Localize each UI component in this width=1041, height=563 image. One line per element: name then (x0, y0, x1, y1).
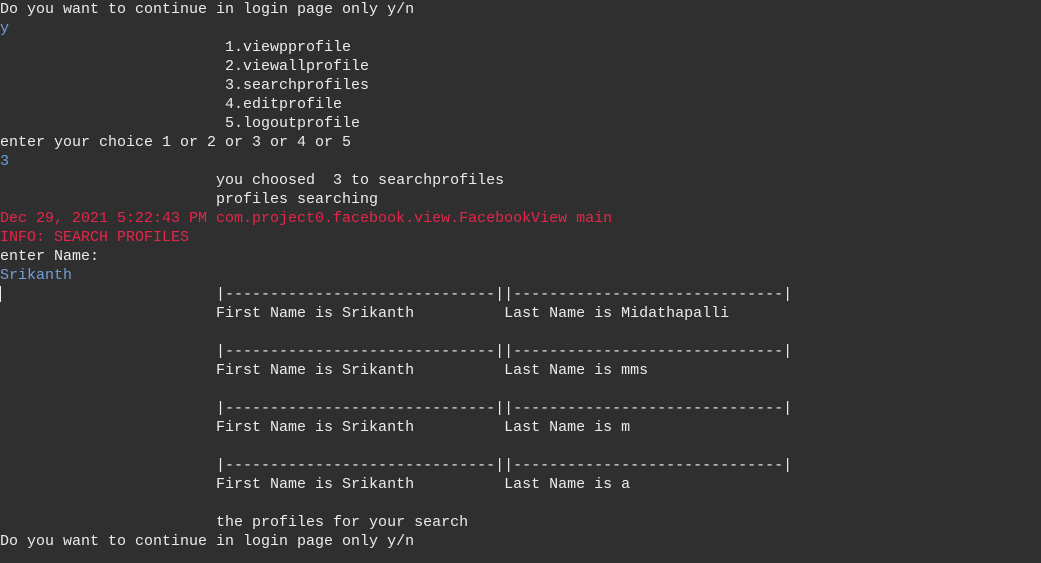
console-line: First Name is Srikanth Last Name is Mida… (0, 305, 730, 322)
console-line: First Name is Srikanth Last Name is a (0, 476, 631, 493)
console-line: |------------------------------||-------… (0, 286, 793, 303)
console-line: 4.editprofile (0, 96, 343, 113)
console-line: First Name is Srikanth Last Name is mms (0, 362, 649, 379)
console-line: |------------------------------||-------… (0, 400, 793, 417)
console-line: you choosed 3 to searchprofiles (0, 172, 505, 189)
console-line: |------------------------------||-------… (0, 343, 793, 360)
console-line: 2.viewallprofile (0, 58, 370, 75)
console-line: 3.searchprofiles (0, 77, 370, 94)
console-line: enter Name: (0, 248, 100, 265)
text-cursor (0, 286, 1, 302)
console-input-line: y (0, 20, 10, 37)
console-line: 1.viewpprofile (0, 39, 352, 56)
console-line: Do you want to continue in login page on… (0, 1, 415, 18)
console-log-line: INFO: SEARCH PROFILES (0, 229, 190, 246)
console-input-line: Srikanth (0, 267, 73, 284)
console-line: profiles searching (0, 191, 379, 208)
console-line: Do you want to continue in login page on… (0, 533, 415, 550)
console-output[interactable]: Do you want to continue in login page on… (0, 0, 1041, 563)
console-line: enter your choice 1 or 2 or 3 or 4 or 5 (0, 134, 352, 151)
console-log-line: Dec 29, 2021 5:22:43 PM com.project0.fac… (0, 210, 613, 227)
console-line: 5.logoutprofile (0, 115, 361, 132)
console-line: |------------------------------||-------… (0, 457, 793, 474)
console-line: the profiles for your search (0, 514, 469, 531)
console-input-line: 3 (0, 153, 10, 170)
console-line: First Name is Srikanth Last Name is m (0, 419, 631, 436)
